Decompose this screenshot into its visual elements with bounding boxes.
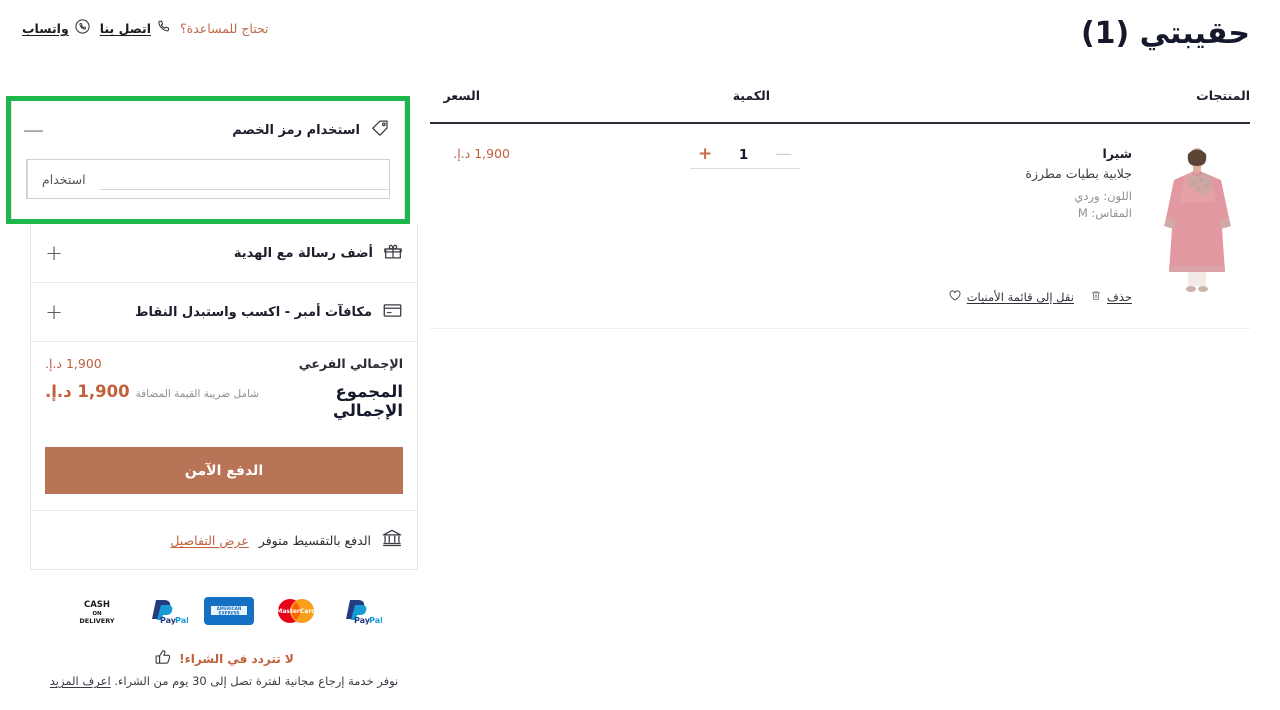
product-name: جلابية بطيات مطرزة — [1025, 166, 1132, 181]
column-header-products: المنتجات — [1196, 88, 1250, 103]
product-brand: شيرا — [1102, 146, 1132, 161]
reassurance-title: لا تتردد في الشراء! — [179, 652, 294, 666]
vat-note: شامل ضريبة القيمة المضافة — [135, 388, 260, 400]
gift-message-label: أضف رسالة مع الهدية — [233, 245, 373, 261]
subtotal-row: الإجمالي الفرعي 1,900 د.إ. — [45, 356, 403, 371]
cart-table-header: المنتجات الكمية السعر — [430, 88, 1250, 118]
quantity-increase-button[interactable]: + — [698, 146, 712, 163]
coupon-label: استخدام رمز الخصم — [232, 122, 360, 138]
whatsapp-item[interactable]: واتساب — [22, 18, 91, 39]
secure-checkout-button[interactable]: الدفع الآمن — [45, 447, 403, 494]
gift-icon — [383, 241, 403, 265]
checkout-wrap: الدفع الآمن — [31, 443, 417, 510]
reassurance-subtitle: نوفر خدمة إرجاع مجانية لفترة تصل إلى 30 … — [30, 674, 418, 688]
totals-section: الإجمالي الفرعي 1,900 د.إ. المجموع الإجم… — [31, 342, 417, 443]
coupon-field: استخدام — [26, 159, 390, 199]
coupon-accordion-header[interactable]: استخدام رمز الخصم — — [12, 101, 404, 159]
quantity-value: 1 — [738, 146, 749, 163]
product-size: المقاس: M — [1077, 205, 1132, 220]
tag-icon — [370, 118, 390, 142]
row-actions: حذف نقل إلى قائمة الأمنيات — [948, 287, 1132, 306]
card-icon — [382, 300, 403, 325]
installment-row: الدفع بالتقسيط متوفر عرض التفاصيل — [31, 511, 417, 569]
product-price: 1,900 د.إ. — [453, 146, 510, 161]
reassurance-text: نوفر خدمة إرجاع مجانية لفترة تصل إلى 30 … — [114, 674, 399, 688]
quantity-stepper[interactable]: — 1 + — [690, 146, 800, 169]
rewards-expand-toggle[interactable]: + — [45, 301, 63, 323]
grand-total-label: المجموع الإجمالي — [333, 382, 403, 420]
bank-icon — [381, 527, 403, 553]
installment-text: الدفع بالتقسيط متوفر — [258, 532, 371, 548]
gift-message-accordion[interactable]: أضف رسالة مع الهدية + — [31, 224, 417, 282]
coupon-input[interactable] — [99, 168, 389, 190]
summary-card: أضف رسالة مع الهدية + مكافآت أمبر - اكسب… — [30, 224, 418, 570]
table-row: شيرا جلابية بطيات مطرزة اللون: وردي المق… — [430, 124, 1250, 329]
product-color: اللون: وردي — [1074, 189, 1132, 203]
svg-text:Pal: Pal — [175, 616, 188, 625]
help-label: تحتاج للمساعدة؟ — [180, 21, 269, 36]
call-us-item[interactable]: اتصل بنا — [100, 19, 171, 38]
order-summary-column: استخدام رمز الخصم — استخدام أضف رسالة مع… — [6, 96, 418, 688]
product-image[interactable] — [1145, 144, 1250, 302]
heart-icon — [948, 287, 962, 306]
coupon-body: استخدام — [12, 159, 404, 219]
column-header-quantity: الكمية — [732, 88, 770, 103]
delete-item-button[interactable]: حذف — [1090, 287, 1132, 306]
rewards-label: مكافآت أمبر - اكسب واستبدل النقاط — [135, 304, 372, 320]
move-to-wishlist-button[interactable]: نقل إلى قائمة الأمنيات — [948, 287, 1074, 306]
mastercard-badge: MasterCard — [270, 596, 322, 626]
gift-expand-toggle[interactable]: + — [45, 242, 63, 264]
product-details: شيرا جلابية بطيات مطرزة اللون: وردي المق… — [872, 146, 1132, 221]
phone-icon — [156, 19, 171, 38]
delete-item-label: حذف — [1106, 289, 1132, 304]
svg-text:CASH: CASH — [84, 600, 110, 610]
trash-icon — [1090, 287, 1102, 306]
cash-on-delivery-badge: CASH ON DELIVERY — [66, 596, 128, 626]
coupon-collapse-toggle[interactable]: — — [23, 119, 44, 141]
paypal-badge: Pay Pal — [144, 596, 188, 626]
coupon-section: استخدام رمز الخصم — استخدام — [11, 101, 405, 219]
reassurance-heading: لا تتردد في الشراء! — [30, 648, 418, 670]
subtotal-label: الإجمالي الفرعي — [298, 356, 403, 371]
learn-more-link[interactable]: اعرف المزيد — [50, 674, 111, 688]
svg-text:DELIVERY: DELIVERY — [79, 617, 115, 625]
installment-details-link[interactable]: عرض التفاصيل — [170, 533, 248, 548]
grand-total-value: 1,900 د.إ. — [45, 382, 130, 401]
reassurance-block: لا تتردد في الشراء! نوفر خدمة إرجاع مجان… — [30, 648, 418, 688]
svg-text:EXPRESS: EXPRESS — [218, 610, 239, 615]
coupon-apply-button[interactable]: استخدام — [27, 160, 100, 198]
subtotal-value: 1,900 د.إ. — [45, 356, 102, 371]
amex-badge: AMERICAN EXPRESS — [204, 596, 254, 626]
column-header-price: السعر — [443, 88, 480, 103]
svg-text:Pal: Pal — [369, 616, 382, 625]
move-to-wishlist-label: نقل إلى قائمة الأمنيات — [966, 289, 1074, 304]
paypal-badge-2: Pay Pal — [338, 596, 382, 626]
grand-total-row: المجموع الإجمالي شامل ضريبة القيمة المضا… — [45, 382, 403, 420]
payment-methods-row: CASH ON DELIVERY Pay Pal AMERICAN EXPRES… — [30, 596, 418, 626]
rewards-accordion[interactable]: مكافآت أمبر - اكسب واستبدل النقاط + — [31, 283, 417, 341]
cart-page: تحتاج للمساعدة؟ اتصل بنا واتساب حقيبتي (… — [0, 0, 1280, 710]
page-title: حقيبتي (1) — [1080, 16, 1250, 51]
top-bar: تحتاج للمساعدة؟ اتصل بنا واتساب حقيبتي (… — [0, 0, 1280, 66]
cart-items-section: المنتجات الكمية السعر شيرا جلابية بطيات … — [430, 88, 1250, 329]
coupon-highlight-box: استخدام رمز الخصم — استخدام — [6, 96, 410, 224]
row-divider — [430, 328, 1250, 329]
thumbs-up-icon — [154, 648, 172, 670]
quantity-decrease-button[interactable]: — — [775, 146, 792, 163]
svg-text:MasterCard: MasterCard — [276, 608, 315, 615]
call-us-link[interactable]: اتصل بنا — [100, 21, 151, 36]
whatsapp-icon — [74, 18, 91, 39]
help-cluster: تحتاج للمساعدة؟ اتصل بنا واتساب — [22, 18, 269, 39]
whatsapp-link[interactable]: واتساب — [22, 21, 69, 36]
